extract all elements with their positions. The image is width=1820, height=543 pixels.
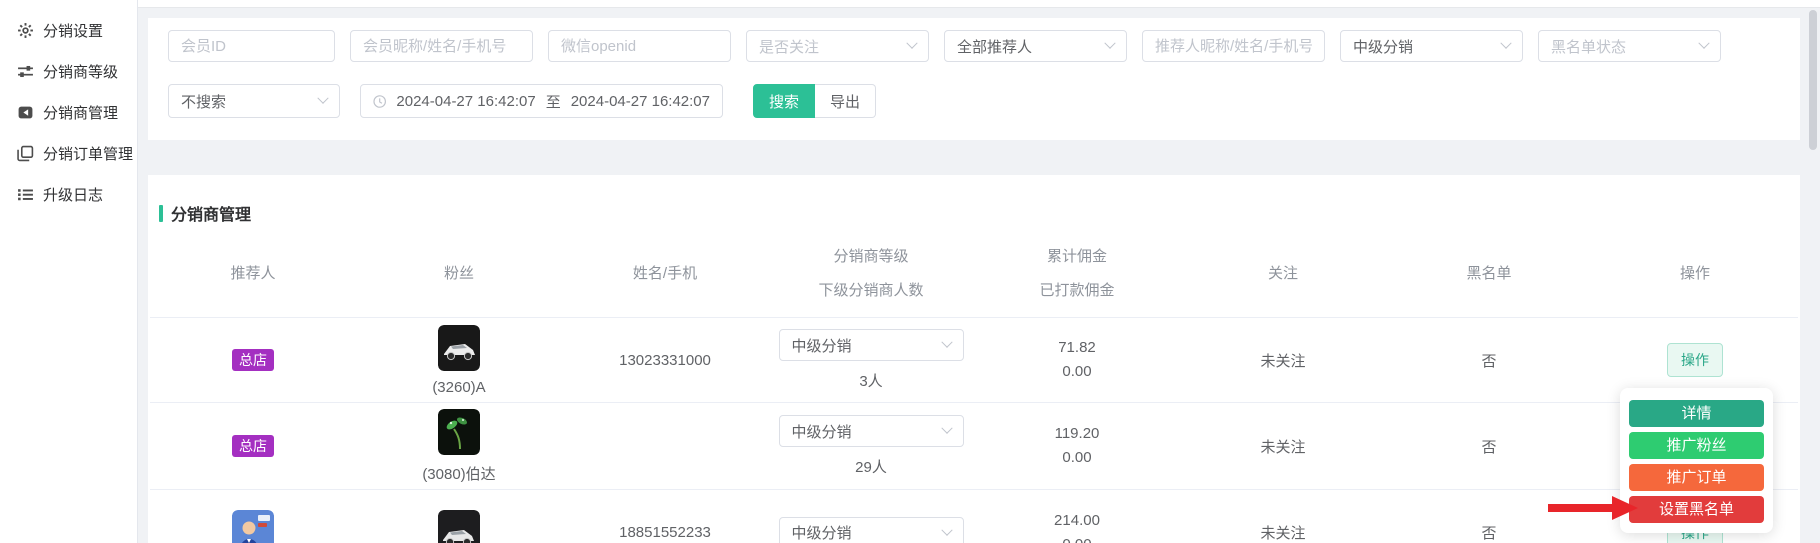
follow-status: 未关注 [1260,522,1305,543]
referrer-keyword-input[interactable] [1142,30,1325,62]
commission-paid: 0.00 [1062,446,1091,470]
sidebar: 分销设置 分销商等级 分销商管理 分销订单管理 [0,0,138,543]
clock-icon [373,94,386,109]
sidebar-item-distribution-orders[interactable]: 分销订单管理 [0,133,137,174]
chevron-down-icon [941,524,952,535]
filter-buttons: 搜索 导出 [753,84,876,118]
chevron-down-icon [941,423,952,434]
date-start: 2024-04-27 16:42:07 [396,93,535,110]
search-button[interactable]: 搜索 [753,84,815,118]
commission-total: 71.82 [1058,336,1096,360]
date-end: 2024-04-27 16:42:07 [571,93,710,110]
blacklist-status: 否 [1481,436,1496,457]
phone-number: 18851552233 [619,524,711,541]
copy-icon [17,145,34,162]
blacklist-status-select[interactable]: 黑名单状态 [1538,30,1721,62]
follow-status: 未关注 [1260,350,1305,371]
member-keyword-input[interactable] [350,30,533,62]
gear-icon [17,22,34,39]
detail-button[interactable]: 详情 [1629,400,1764,427]
row-action-button[interactable]: 操作 [1667,343,1723,377]
set-blacklist-button[interactable]: 设置黑名单 [1629,496,1764,523]
level-select[interactable]: 中级分销 [1340,30,1523,62]
member-id-input[interactable] [168,30,335,62]
phone-number: 13023331000 [619,352,711,369]
sidebar-item-distributor-management[interactable]: 分销商管理 [0,92,137,133]
list-icon [17,186,34,203]
commission-paid: 0.00 [1062,533,1091,543]
filter-row-1: 是否关注 全部推荐人 中级分销 黑名单状态 [168,30,1721,62]
header-commission: 累计佣金 已打款佣金 [974,228,1180,317]
title-accent-bar [159,205,163,222]
referrer-avatar-man-in-blue-suit [232,510,274,543]
row-action-popup: 详情 推广粉丝 推广订单 设置黑名单 [1620,388,1773,533]
follow-status-select[interactable]: 是否关注 [746,30,929,62]
sliders-icon [17,63,34,80]
blacklist-status: 否 [1481,350,1496,371]
subordinate-count: 29人 [855,456,887,477]
header-referrer: 推荐人 [150,228,356,317]
chevron-down-icon [1104,38,1115,49]
subordinate-count: 3人 [859,370,882,391]
sidebar-item-label: 分销商管理 [43,102,118,123]
commission-paid: 0.00 [1062,360,1091,384]
fan-avatar-green-seedling [438,409,480,455]
sidebar-item-label: 分销商等级 [43,61,118,82]
fan-name: (3260)A [432,379,485,396]
fan-avatar-white-sports-car [438,325,480,371]
top-window-strip [0,0,1820,8]
distributor-management-panel: 分销商管理 推荐人 粉丝 姓名/手机 分销商等级 下级分销商人数 累计佣金 已打… [148,175,1800,543]
chevron-down-icon [317,93,328,104]
referrer-badge: 总店 [232,435,274,458]
referrer-badge: 总店 [232,349,274,372]
filter-row-2: 不搜索 2024-04-27 16:42:07 至 2024-04-27 16:… [168,84,876,118]
chevron-down-icon [941,337,952,348]
panel-title-row: 分销商管理 [148,175,1800,228]
sidebar-item-distribution-settings[interactable]: 分销设置 [0,10,137,51]
video-icon [17,104,34,121]
row-level-select[interactable]: 中级分销 [779,329,964,361]
chevron-down-icon [906,38,917,49]
panel-title: 分销商管理 [171,201,251,225]
commission-total: 119.20 [1055,422,1100,446]
row-level-select[interactable]: 中级分销 [779,517,964,543]
vertical-scrollbar-thumb[interactable] [1809,10,1817,150]
search-mode-select[interactable]: 不搜索 [168,84,340,118]
date-separator: 至 [546,91,561,112]
header-fan: 粉丝 [356,228,562,317]
sidebar-item-label: 升级日志 [43,184,103,205]
commission-total: 214.00 [1054,509,1100,533]
table-row: 总店 (3080)伯达 中级分销 29人 [150,403,1798,490]
header-action: 操作 [1592,228,1798,317]
sidebar-item-label: 分销订单管理 [43,143,133,164]
sidebar-item-label: 分销设置 [43,20,103,41]
promote-fans-button[interactable]: 推广粉丝 [1629,432,1764,459]
filter-panel: 是否关注 全部推荐人 中级分销 黑名单状态 不搜索 2024-04-27 16:… [148,18,1800,140]
date-range-picker[interactable]: 2024-04-27 16:42:07 至 2024-04-27 16:42:0… [360,84,723,118]
fan-name: (3080)伯达 [422,463,495,484]
wechat-openid-input[interactable] [548,30,731,62]
referrer-select[interactable]: 全部推荐人 [944,30,1127,62]
fan-avatar-white-sports-car [438,510,480,543]
header-level: 分销商等级 下级分销商人数 [768,228,974,317]
export-button[interactable]: 导出 [815,84,876,118]
header-follow: 关注 [1180,228,1386,317]
red-annotation-arrow [1548,494,1640,522]
chevron-down-icon [1500,38,1511,49]
promote-orders-button[interactable]: 推广订单 [1629,464,1764,491]
header-blacklist: 黑名单 [1386,228,1592,317]
table-header-row: 推荐人 粉丝 姓名/手机 分销商等级 下级分销商人数 累计佣金 已打款佣金 关注… [150,228,1798,318]
chevron-down-icon [1698,38,1709,49]
sidebar-item-upgrade-log[interactable]: 升级日志 [0,174,137,215]
table-row: 总店 (3260)A 13023331000 中级分销 3人 [150,318,1798,403]
follow-status: 未关注 [1260,436,1305,457]
header-name-phone: 姓名/手机 [562,228,768,317]
row-level-select[interactable]: 中级分销 [779,415,964,447]
sidebar-item-distributor-levels[interactable]: 分销商等级 [0,51,137,92]
blacklist-status: 否 [1481,522,1496,543]
